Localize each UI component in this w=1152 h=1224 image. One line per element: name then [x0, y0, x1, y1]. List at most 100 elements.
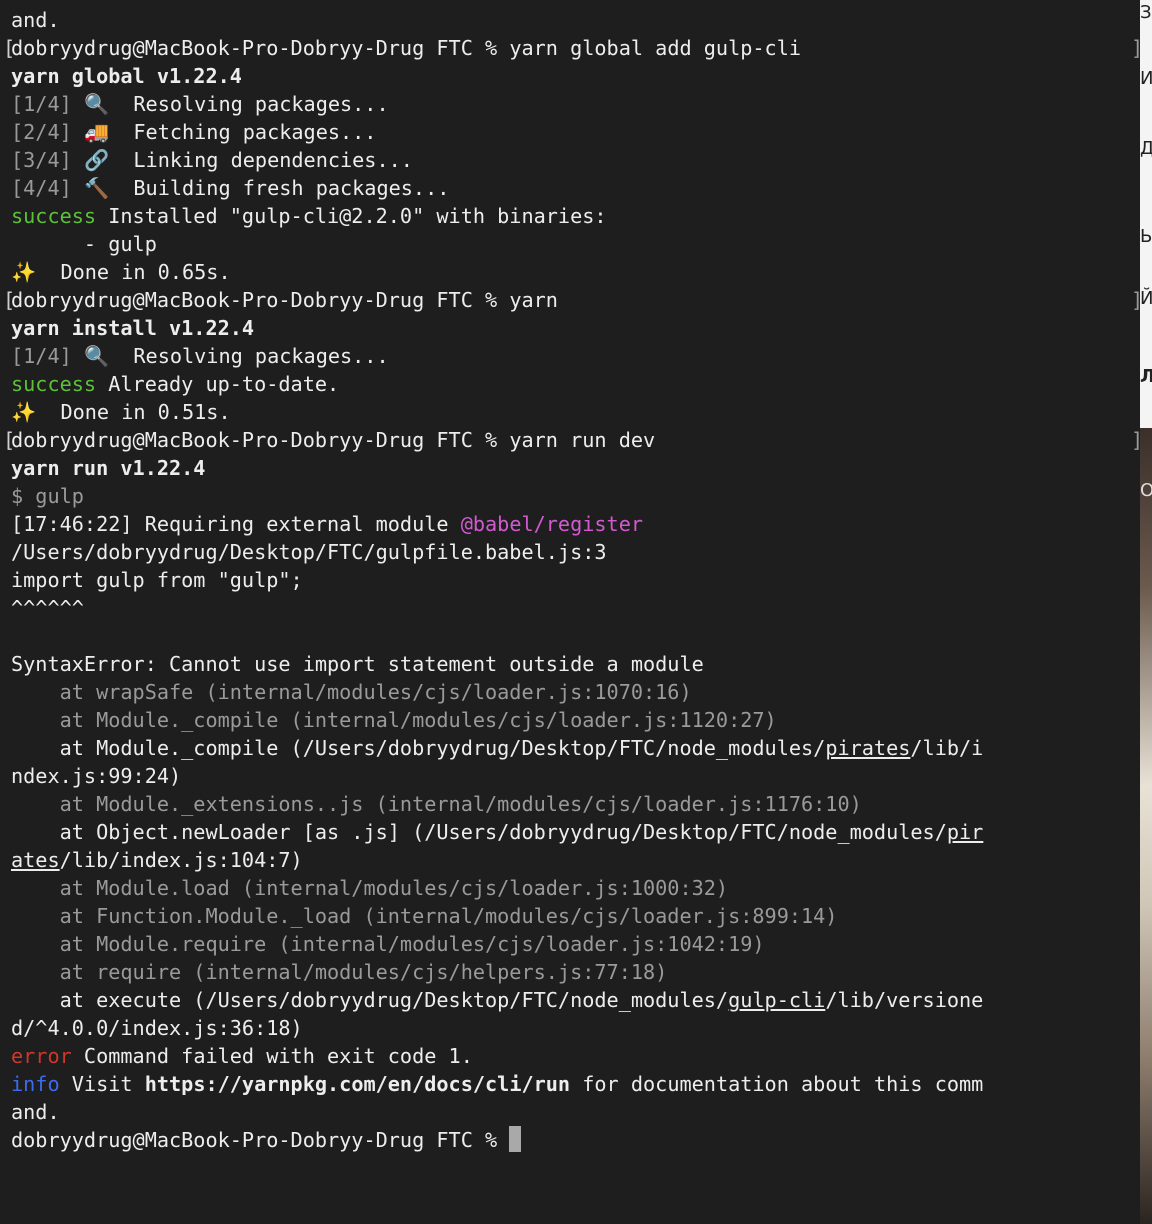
background-photo: ОС [1140, 428, 1152, 1224]
background-text-fragment: Л [1140, 366, 1152, 387]
output-text: /Users/dobryydrug/Desktop/FTC/gulpfile.b… [11, 540, 607, 564]
step-text: Resolving packages... [109, 344, 389, 368]
step-counter: [3/4] [11, 148, 72, 172]
terminal-line: ✨ Done in 0.51s. [11, 398, 1136, 426]
stack-trace-line: /lib/i [910, 736, 984, 760]
terminal-line: [3/4] 🔗 Linking dependencies... [11, 146, 1136, 174]
background-text-fragment: ОС [1140, 480, 1152, 501]
background-text-fragment: И [1140, 68, 1152, 89]
stack-trace-line: at execute (/Users/dobryydrug/Desktop/FT… [11, 988, 729, 1012]
output-text: ^^^^^^ [11, 596, 84, 620]
stack-trace-line: at wrapSafe (internal/modules/cjs/loader… [11, 680, 692, 704]
line-marker-right: ] [1131, 426, 1140, 454]
terminal-line: and. [11, 1098, 1136, 1126]
output-text: ndex.js:99:24) [11, 764, 182, 788]
background-text-fragment: ЬН [1140, 226, 1152, 247]
terminal-line: at Module._extensions..js (internal/modu… [11, 790, 1136, 818]
step-text: Linking dependencies... [109, 148, 413, 172]
terminal-line: [4/4] 🔨 Building fresh packages... [11, 174, 1136, 202]
status-message: Already up-to-date. [96, 372, 340, 396]
output-text: and. [11, 8, 60, 32]
terminal-line: success Installed "gulp-cli@2.2.0" with … [11, 202, 1136, 230]
error-label: error [11, 1044, 72, 1068]
terminal-line: [1/4] 🔍 Resolving packages... [11, 90, 1136, 118]
text-cursor[interactable] [509, 1126, 522, 1152]
timestamp: [17:46:22] [11, 512, 133, 536]
line-marker-left: [ [3, 288, 16, 312]
terminal-line: dobryydrug@MacBook-Pro-Dobryy-Drug FTC % [11, 1126, 1136, 1154]
terminal-window[interactable]: and.[dobryydrug@MacBook-Pro-Dobryy-Drug … [0, 0, 1140, 1224]
output-text: d/^4.0.0/index.js:36:18) [11, 1016, 303, 1040]
shell-prompt: dobryydrug@MacBook-Pro-Dobryy-Drug FTC % [11, 288, 510, 312]
step-text: Resolving packages... [109, 92, 389, 116]
line-marker-left: [ [3, 428, 16, 452]
terminal-line: at Module.load (internal/modules/cjs/loa… [11, 874, 1136, 902]
terminal-output: and.[dobryydrug@MacBook-Pro-Dobryy-Drug … [3, 6, 1140, 1154]
terminal-line: yarn global v1.22.4 [11, 62, 1136, 90]
terminal-line: import gulp from "gulp"; [11, 566, 1136, 594]
terminal-line: error Command failed with exit code 1. [11, 1042, 1136, 1070]
terminal-line: yarn run v1.22.4 [11, 454, 1136, 482]
line-marker-left: [ [3, 36, 16, 60]
terminal-line: at Function.Module._load (internal/modul… [11, 902, 1136, 930]
docs-link[interactable]: https://yarnpkg.com/en/docs/cli/run [145, 1072, 570, 1096]
terminal-line: at require (internal/modules/cjs/helpers… [11, 958, 1136, 986]
stack-trace-line: at Module._compile (internal/modules/cjs… [11, 708, 777, 732]
module-link[interactable]: pir [947, 820, 983, 844]
step-icon: 🚚 [83, 120, 110, 144]
step-counter: [1/4] [11, 92, 72, 116]
terminal-line: ✨ Done in 0.65s. [11, 258, 1136, 286]
stack-trace-line: at Module.load (internal/modules/cjs/loa… [11, 876, 729, 900]
terminal-line: at execute (/Users/dobryydrug/Desktop/FT… [11, 986, 1136, 1014]
sparkles-icon: ✨ [11, 400, 37, 424]
module-link[interactable]: ates [11, 848, 60, 872]
module-link[interactable]: pirates [825, 736, 910, 760]
module-name: @babel/register [460, 512, 644, 536]
info-message: for documentation about this comm [570, 1072, 984, 1096]
background-window-edge: ЗД И Д ЬН Й Л ОС [1140, 0, 1152, 1224]
yarn-header: yarn run v1.22.4 [11, 456, 206, 480]
line-marker-right: ] [1131, 34, 1140, 62]
shell-prompt: dobryydrug@MacBook-Pro-Dobryy-Drug FTC % [11, 428, 510, 452]
success-label: success [11, 204, 97, 228]
step-icon: 🔨 [83, 176, 110, 200]
terminal-line: [dobryydrug@MacBook-Pro-Dobryy-Drug FTC … [3, 426, 1140, 454]
stack-trace-line: /lib/index.js:104:7) [59, 848, 303, 872]
line-marker-right: ] [1131, 286, 1140, 314]
shell-prompt: dobryydrug@MacBook-Pro-Dobryy-Drug FTC % [11, 1128, 510, 1152]
terminal-line: at Module._compile (internal/modules/cjs… [11, 706, 1136, 734]
step-text: Building fresh packages... [109, 176, 450, 200]
step-text: Fetching packages... [109, 120, 377, 144]
sparkles-icon: ✨ [11, 260, 37, 284]
info-message: Visit [59, 1072, 145, 1096]
terminal-line: [1/4] 🔍 Resolving packages... [11, 342, 1136, 370]
terminal-line: ndex.js:99:24) [11, 762, 1136, 790]
terminal-line: success Already up-to-date. [11, 370, 1136, 398]
require-message: Requiring external module [132, 512, 461, 536]
stack-trace-line: at Object.newLoader [as .js] (/Users/dob… [11, 820, 947, 844]
background-text-fragment: Й [1140, 288, 1152, 309]
output-text: SyntaxError: Cannot use import statement… [11, 652, 704, 676]
info-label: info [11, 1072, 60, 1096]
stack-trace-line: at require (internal/modules/cjs/helpers… [11, 960, 668, 984]
step-counter: [2/4] [11, 120, 72, 144]
background-text-fragment: Д [1140, 138, 1152, 159]
terminal-line: SyntaxError: Cannot use import statement… [11, 650, 1136, 678]
background-text-fragment: ЗД [1140, 2, 1152, 23]
step-icon: 🔗 [83, 148, 110, 172]
terminal-line: ^^^^^^ [11, 594, 1136, 622]
terminal-line: yarn install v1.22.4 [11, 314, 1136, 342]
step-icon: 🔍 [83, 92, 110, 116]
module-link[interactable]: gulp-cli [728, 988, 825, 1012]
step-icon: 🔍 [83, 344, 110, 368]
status-message: Installed "gulp-cli@2.2.0" with binaries… [96, 204, 607, 228]
stack-trace-line: at Module._compile (/Users/dobryydrug/De… [11, 736, 826, 760]
stack-trace-line: $ gulp [11, 484, 84, 508]
done-message: Done in 0.65s. [36, 260, 231, 284]
terminal-line: at wrapSafe (internal/modules/cjs/loader… [11, 678, 1136, 706]
status-message: Command failed with exit code 1. [71, 1044, 473, 1068]
terminal-line: at Module._compile (/Users/dobryydrug/De… [11, 734, 1136, 762]
shell-command: yarn run dev [509, 428, 656, 452]
terminal-line: info Visit https://yarnpkg.com/en/docs/c… [11, 1070, 1136, 1098]
shell-command: yarn [509, 288, 558, 312]
